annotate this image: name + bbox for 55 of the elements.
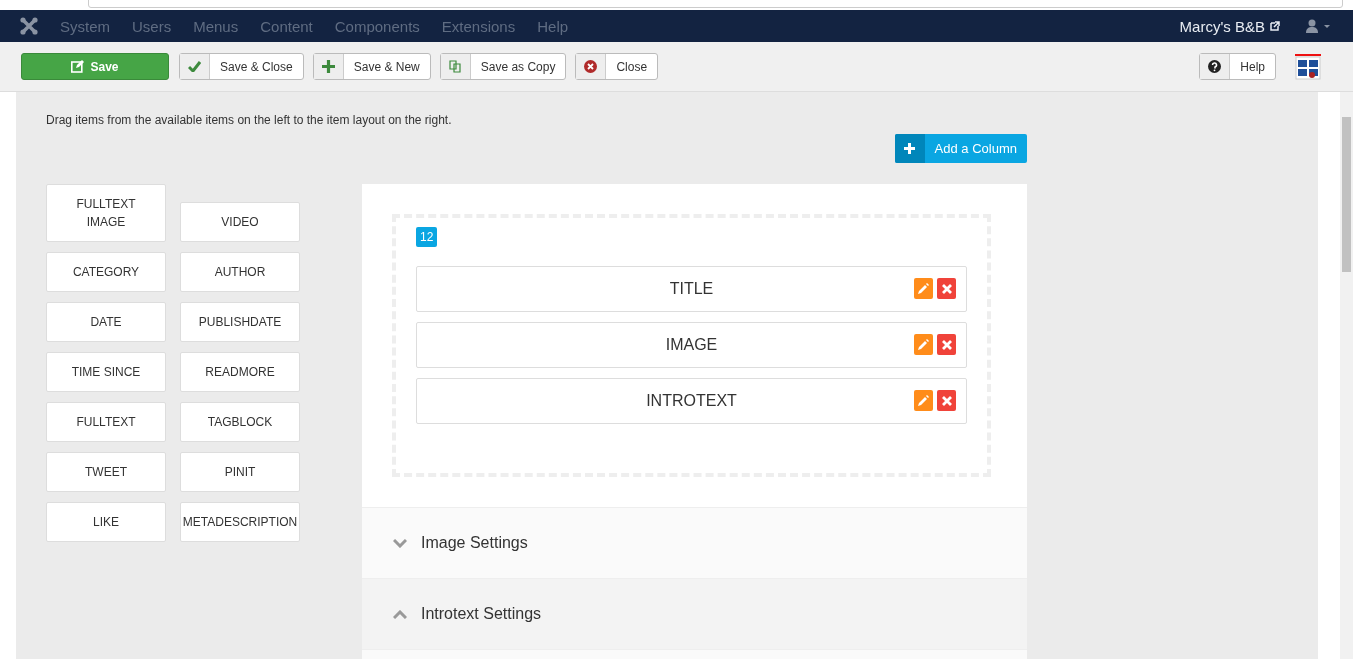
close-icon [584, 60, 598, 73]
chevron-up-icon [393, 609, 407, 619]
remove-button[interactable] [937, 334, 956, 355]
chevron-down-icon [393, 538, 407, 548]
joomla-logo-icon[interactable] [20, 17, 38, 35]
layout-item[interactable]: INTROTEXT [416, 378, 967, 424]
remove-button[interactable] [937, 390, 956, 411]
layout-item[interactable]: IMAGE [416, 322, 967, 368]
help-button[interactable]: Help [1199, 53, 1276, 80]
available-item[interactable]: TIME SINCE [46, 352, 166, 392]
external-link-icon [1270, 21, 1280, 31]
remove-button[interactable] [937, 278, 956, 299]
site-link[interactable]: Marcy's B&B [1179, 17, 1265, 35]
available-item[interactable]: METADESCRIPTION [180, 502, 300, 542]
pencil-icon [918, 395, 929, 406]
available-item[interactable]: FULLTEXT [46, 402, 166, 442]
column-size-badge: 12 [416, 227, 438, 247]
edit-button[interactable] [914, 390, 933, 411]
edit-button[interactable] [914, 278, 933, 299]
grid-flag-icon[interactable] [1295, 53, 1321, 80]
toolbar-button[interactable]: Save & Close [179, 53, 304, 80]
help-icon [1208, 60, 1222, 73]
edit-icon [71, 60, 85, 73]
layout-item-label: IMAGE [665, 336, 718, 354]
plus-icon [904, 143, 916, 154]
copy-icon [448, 60, 462, 73]
available-item[interactable]: READMORE [180, 352, 300, 392]
close-icon [941, 339, 952, 350]
toolbar-button[interactable]: Save as Copy [439, 53, 567, 80]
plus-icon [321, 60, 335, 73]
pencil-icon [918, 339, 929, 350]
available-item[interactable]: VIDEO [180, 202, 300, 242]
toolbar-button[interactable]: Close [575, 53, 659, 80]
available-item[interactable]: TAGBLOCK [180, 402, 300, 442]
accordion-header[interactable]: Introtext Settings [362, 579, 1027, 650]
close-icon [941, 283, 952, 294]
toolbar-button[interactable]: Save & New [312, 53, 431, 80]
layout-item-label: TITLE [669, 280, 714, 298]
instruction-text: Drag items from the available items on the left to the item layout on the right. [46, 113, 453, 127]
available-item[interactable]: PUBLISHDATE [180, 302, 300, 342]
pencil-icon [918, 283, 929, 294]
available-item[interactable]: TWEET [46, 452, 166, 492]
checkmark-icon [188, 61, 201, 72]
available-item[interactable]: FULLTEXT IMAGE [46, 184, 166, 242]
available-item[interactable]: PINIT [180, 452, 300, 492]
available-item[interactable]: LIKE [46, 502, 166, 542]
accordion-header[interactable]: Image Settings [362, 508, 1027, 579]
available-item[interactable]: DATE [46, 302, 166, 342]
user-icon[interactable] [1306, 19, 1330, 33]
close-icon [941, 395, 952, 406]
layout-item[interactable]: TITLE [416, 266, 967, 312]
available-item[interactable]: CATEGORY [46, 252, 166, 292]
edit-button[interactable] [914, 334, 933, 355]
available-item[interactable]: AUTHOR [180, 252, 300, 292]
layout-item-label: INTROTEXT [646, 392, 737, 410]
